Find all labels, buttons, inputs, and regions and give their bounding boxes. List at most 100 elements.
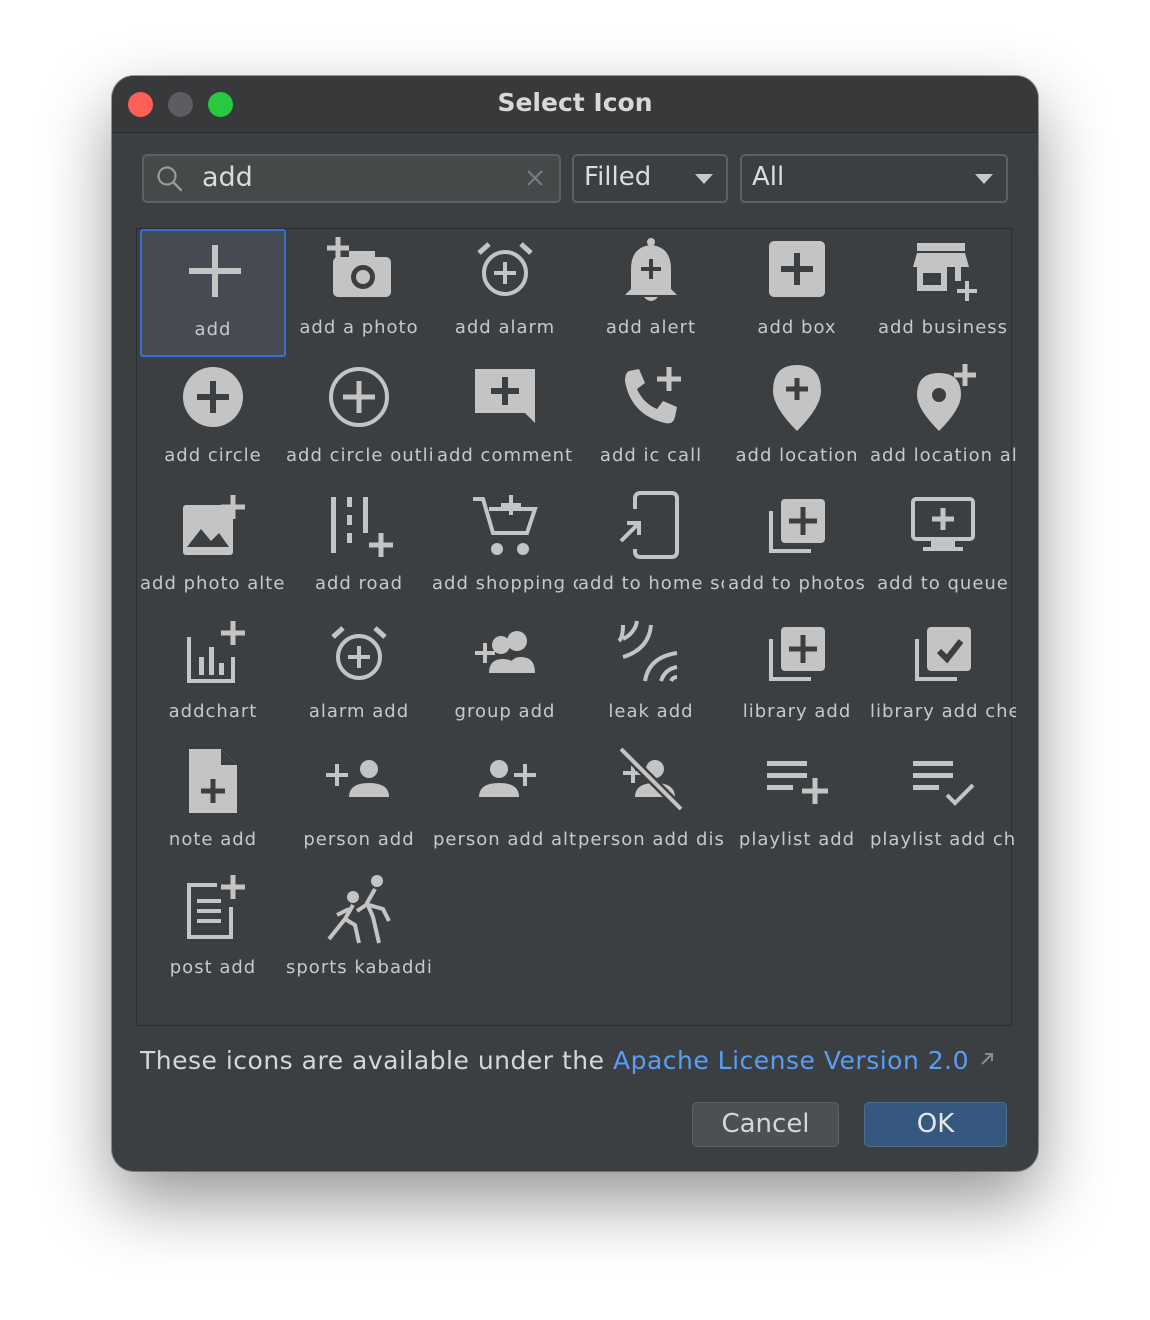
icon-cell[interactable]: add box: [724, 229, 870, 357]
add-photo-alternate-icon: [183, 495, 245, 555]
ok-button[interactable]: OK: [864, 1102, 1007, 1147]
playlist-add-icon: [767, 761, 828, 804]
icon-cell[interactable]: library add che: [870, 613, 1016, 741]
icon-cell[interactable]: add circle outli: [286, 357, 432, 485]
icon-cell[interactable]: person add alt: [432, 741, 578, 869]
add-alarm-icon: [477, 242, 533, 296]
addchart-icon: [187, 621, 245, 683]
dialog-title: Select Icon: [497, 88, 653, 117]
icon-cell[interactable]: add photo alter: [140, 485, 286, 613]
icon-cell[interactable]: note add: [140, 741, 286, 869]
icon-label: add photo alter: [140, 573, 286, 594]
add-box-icon: [769, 241, 825, 297]
icon-label: leak add: [608, 701, 694, 722]
sports-kabaddi-icon: [327, 875, 391, 944]
add-to-photos-icon: [769, 499, 825, 553]
icon-cell[interactable]: add shopping c: [432, 485, 578, 613]
icon-cell[interactable]: leak add: [578, 613, 724, 741]
icon-cell[interactable]: add alarm: [432, 229, 578, 357]
add-circle-outline-icon: [329, 367, 389, 427]
external-link-icon: [981, 1053, 994, 1065]
search-input[interactable]: add: [202, 162, 253, 193]
icon-label: add circle outli: [286, 445, 432, 466]
icon-label: add ic call: [599, 445, 703, 466]
icon-label: post add: [169, 957, 257, 978]
icon-cell[interactable]: post add: [140, 869, 286, 997]
icon-label: alarm add: [308, 701, 410, 722]
icon-style-dropdown[interactable]: Filled: [572, 154, 728, 203]
icon-label: add box: [757, 317, 837, 338]
person-add-icon: [326, 760, 389, 797]
add-alert-icon: [625, 238, 677, 301]
add-to-queue-icon: [911, 497, 975, 551]
add-icon: [189, 245, 241, 297]
icon-cell[interactable]: add alert: [578, 229, 724, 357]
icon-cell[interactable]: add location al: [870, 357, 1016, 485]
icon-label: library add che: [870, 701, 1016, 722]
cancel-button[interactable]: Cancel: [692, 1102, 839, 1147]
add-business-icon: [913, 243, 977, 301]
add-circle-icon: [183, 367, 243, 427]
note-add-icon: [189, 749, 237, 813]
icon-cell[interactable]: add ic call: [578, 357, 724, 485]
icon-cell[interactable]: add to queue: [870, 485, 1016, 613]
icon-label: playlist add ch: [870, 829, 1016, 850]
add-location-alt-icon: [917, 364, 976, 431]
icon-cell[interactable]: person add: [286, 741, 432, 869]
icon-cell[interactable]: playlist add: [724, 741, 870, 869]
post-add-icon: [187, 875, 245, 939]
icon-label: add comment: [436, 445, 574, 466]
icon-category-dropdown[interactable]: All: [740, 154, 1008, 203]
title-bar: Select Icon: [112, 76, 1038, 133]
person-add-disabled-icon: [617, 745, 685, 813]
icon-label: add business: [877, 317, 1009, 338]
icon-cell[interactable]: add business: [870, 229, 1016, 357]
license-note: These icons are available under the Apac…: [140, 1046, 995, 1075]
playlist-add-check-icon: [913, 761, 975, 806]
chevron-down-icon: [695, 174, 713, 184]
icon-label: group add: [454, 701, 556, 722]
icon-label: person add: [303, 829, 415, 850]
chevron-down-icon: [975, 174, 993, 184]
icon-cell[interactable]: add comment: [432, 357, 578, 485]
search-icon: [157, 166, 183, 192]
icon-cell[interactable]: library add: [724, 613, 870, 741]
search-field[interactable]: add: [142, 154, 561, 203]
icon-cell[interactable]: add location: [724, 357, 870, 485]
add-shopping-cart-icon: [473, 495, 538, 555]
icon-cell[interactable]: add a photo: [286, 229, 432, 357]
icon-cell[interactable]: add road: [286, 485, 432, 613]
person-add-alt-icon: [479, 760, 536, 797]
icon-label: note add: [168, 829, 258, 850]
add-to-home-screen-icon: [615, 491, 679, 559]
icon-label: person add dis: [578, 829, 724, 850]
leak-add-icon: [617, 620, 678, 682]
icon-cell[interactable]: add circle: [140, 357, 286, 485]
icon-cell[interactable]: group add: [432, 613, 578, 741]
icon-cell[interactable]: person add dis: [578, 741, 724, 869]
license-text: These icons are available under the: [140, 1046, 605, 1075]
icon-label: add to home sc: [578, 573, 724, 594]
icon-cell[interactable]: playlist add ch: [870, 741, 1016, 869]
icon-cell[interactable]: add to home sc: [578, 485, 724, 613]
icon-label: add alert: [605, 317, 697, 338]
add-a-photo-icon: [327, 237, 391, 297]
icon-category-value: All: [752, 162, 785, 192]
add-comment-icon: [475, 369, 535, 423]
icon-style-value: Filled: [584, 162, 652, 192]
icon-label: person add alt: [432, 829, 578, 850]
icon-cell[interactable]: sports kabaddi: [286, 869, 432, 997]
icon-label: addchart: [168, 701, 258, 722]
icon-cell[interactable]: alarm add: [286, 613, 432, 741]
icon-grid: add add a photo add alarm add alert add box a…: [136, 228, 1016, 1026]
icon-label: add a photo: [299, 317, 419, 338]
apache-license-link[interactable]: Apache License Version 2.0: [613, 1046, 969, 1075]
library-add-icon: [769, 627, 825, 681]
icon-cell[interactable]: add to photos: [724, 485, 870, 613]
add-ic-call-icon: [625, 367, 681, 424]
icon-cell[interactable]: add: [140, 229, 286, 357]
icon-label: add to photos: [728, 573, 866, 594]
icon-cell[interactable]: addchart: [140, 613, 286, 741]
clear-search-icon[interactable]: [525, 168, 545, 188]
alarm-add-icon: [331, 626, 387, 680]
